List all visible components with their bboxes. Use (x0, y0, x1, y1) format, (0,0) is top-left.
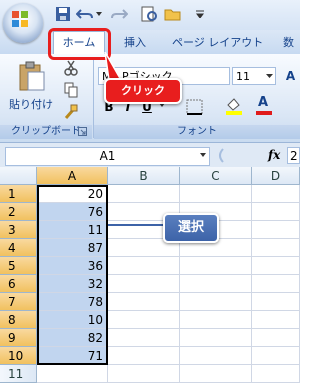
border-icon[interactable] (186, 99, 204, 115)
cut-icon[interactable] (64, 60, 78, 76)
tab-insert[interactable]: 挿入 (124, 33, 146, 53)
undo-dropdown-icon[interactable] (96, 12, 102, 16)
cell-d2[interactable] (252, 203, 300, 221)
row-header-7[interactable]: 7 (0, 293, 37, 311)
formula-input[interactable]: 2 (287, 147, 300, 164)
column-header-c[interactable]: C (180, 167, 252, 185)
column-header-d[interactable]: D (252, 167, 300, 185)
save-icon[interactable] (54, 6, 72, 22)
select-all-corner[interactable] (0, 167, 37, 185)
font-group-text: フォント (177, 126, 217, 137)
office-logo-icon (12, 11, 28, 27)
font-group-label: フォント (94, 125, 300, 139)
insert-function-button[interactable]: fx (268, 147, 284, 164)
undo-icon[interactable] (76, 6, 94, 22)
row-header-6[interactable]: 6 (0, 275, 37, 293)
font-color-letter: A (258, 95, 269, 110)
click-callout: クリック (104, 78, 182, 104)
row-header-2[interactable]: 2 (0, 203, 37, 221)
row-header-10[interactable]: 10 (0, 347, 37, 365)
grow-font-button[interactable]: A (281, 67, 300, 85)
cell-b9[interactable] (108, 329, 180, 347)
cell-c9[interactable] (180, 329, 252, 347)
cell-d8[interactable] (252, 311, 300, 329)
cell-b8[interactable] (108, 311, 180, 329)
cell-c10[interactable] (180, 347, 252, 365)
row-header-4[interactable]: 4 (0, 239, 37, 257)
name-box-dropdown-icon[interactable] (200, 153, 206, 157)
redo-icon[interactable] (110, 6, 128, 22)
cell-c8[interactable] (180, 311, 252, 329)
cell-b5[interactable] (108, 257, 180, 275)
column-header-b[interactable]: B (108, 167, 180, 185)
name-box[interactable]: A1 (5, 147, 210, 166)
formula-splitter-icon[interactable] (213, 147, 245, 164)
customize-qat-icon[interactable] (196, 10, 204, 18)
cell-a11[interactable] (37, 365, 108, 383)
cell-d5[interactable] (252, 257, 300, 275)
clipboard-group-text: クリップボード (11, 126, 81, 137)
cell-d1[interactable] (252, 185, 300, 203)
row-header-11[interactable]: 11 (0, 365, 37, 383)
select-callout-arrow (108, 224, 165, 226)
cell-d4[interactable] (252, 239, 300, 257)
cell-d6[interactable] (252, 275, 300, 293)
cell-d3[interactable] (252, 221, 300, 239)
format-painter-icon[interactable] (64, 104, 78, 120)
clipboard-launcher-icon[interactable] (78, 127, 87, 136)
cell-c1[interactable] (180, 185, 252, 203)
column-header-a[interactable]: A (37, 167, 108, 185)
row-header-1[interactable]: 1 (0, 185, 37, 203)
cell-d11[interactable] (252, 365, 300, 383)
row-header-8[interactable]: 8 (0, 311, 37, 329)
tab-formulas[interactable]: 数式 (283, 33, 300, 69)
cell-c5[interactable] (180, 257, 252, 275)
paste-icon[interactable] (16, 60, 48, 92)
paste-label[interactable]: 貼り付け (5, 96, 57, 112)
row-header-3[interactable]: 3 (0, 221, 37, 239)
cell-d9[interactable] (252, 329, 300, 347)
cell-c6[interactable] (180, 275, 252, 293)
fill-color-icon[interactable] (224, 97, 244, 115)
select-callout: 選択 (163, 213, 219, 243)
open-folder-icon[interactable] (164, 6, 182, 22)
font-size-dropdown-icon[interactable] (266, 74, 273, 78)
row-header-5[interactable]: 5 (0, 257, 37, 275)
selection-border (37, 185, 108, 365)
cell-b6[interactable] (108, 275, 180, 293)
cell-d10[interactable] (252, 347, 300, 365)
print-preview-icon[interactable] (140, 6, 158, 22)
cell-b11[interactable] (108, 365, 180, 383)
copy-icon[interactable] (64, 82, 78, 98)
cell-b10[interactable] (108, 347, 180, 365)
cell-b7[interactable] (108, 293, 180, 311)
cell-b1[interactable] (108, 185, 180, 203)
row-header-9[interactable]: 9 (0, 329, 37, 347)
cell-d7[interactable] (252, 293, 300, 311)
cell-c11[interactable] (180, 365, 252, 383)
home-tab-highlight (48, 28, 111, 60)
cell-c7[interactable] (180, 293, 252, 311)
tab-page-layout[interactable]: ページ レイアウト (172, 33, 263, 53)
